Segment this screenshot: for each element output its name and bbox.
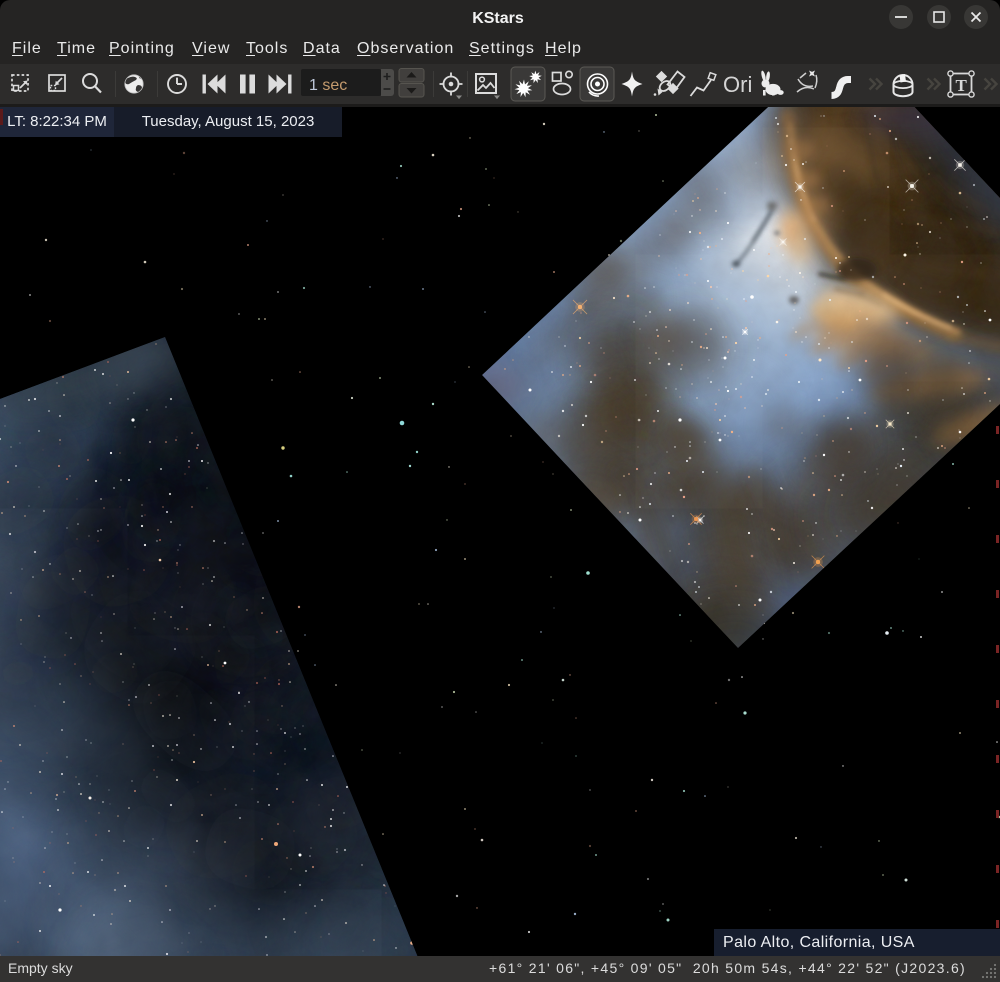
- svg-text:1 sec: 1 sec: [309, 77, 347, 94]
- svg-text:T: T: [956, 76, 968, 95]
- svg-text:Ori: Ori: [723, 72, 752, 97]
